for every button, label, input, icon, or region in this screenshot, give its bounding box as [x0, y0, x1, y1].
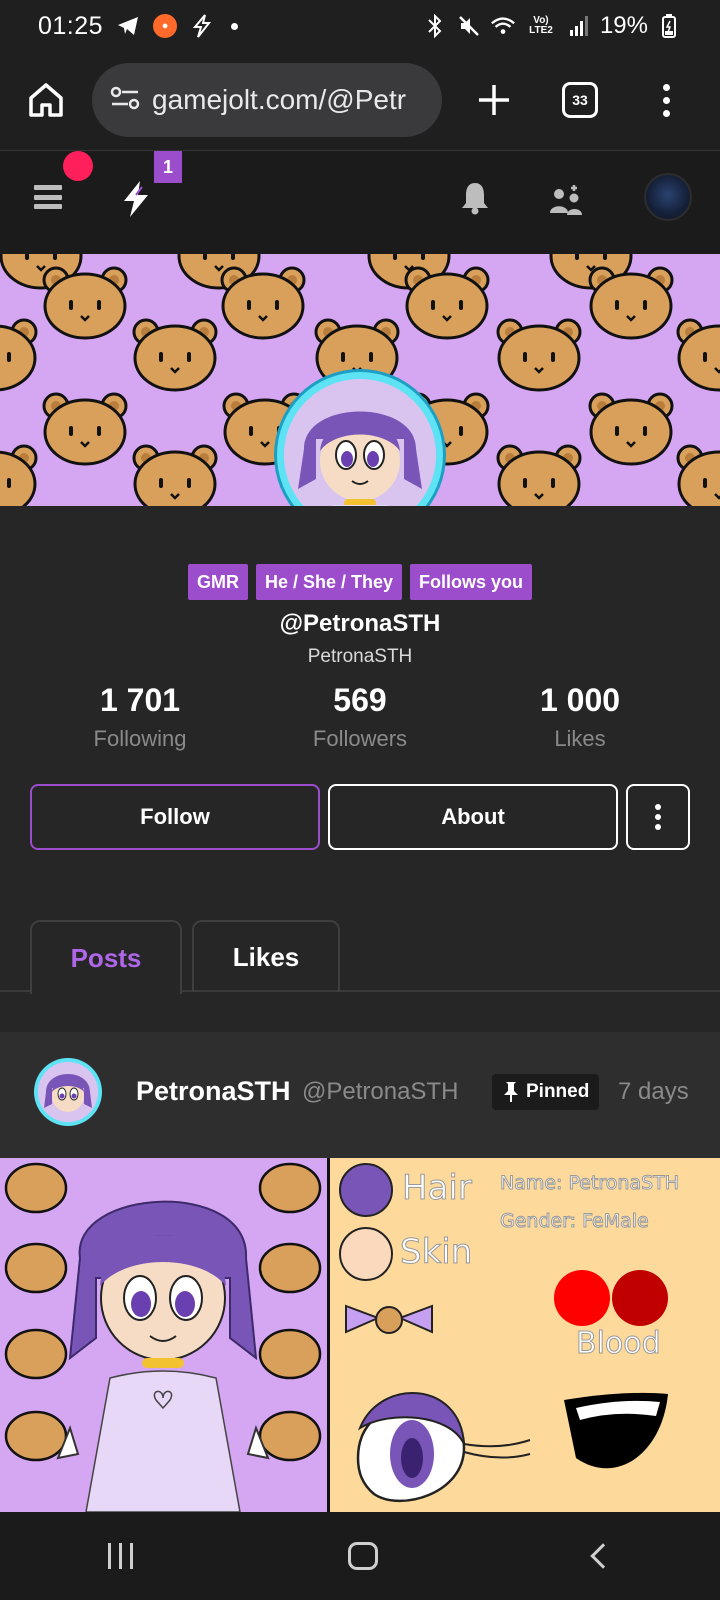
clock: 01:25: [38, 11, 104, 40]
tag-follows-you: Follows you: [410, 564, 533, 600]
home-icon: [29, 83, 63, 117]
post-timestamp: 7 days: [618, 1078, 689, 1105]
wifi-icon: [490, 13, 516, 39]
plus-icon: [479, 85, 509, 115]
profile-display-name: PetronaSTH: [307, 646, 413, 667]
about-button[interactable]: About: [328, 784, 618, 850]
browser-home-button[interactable]: [24, 78, 68, 122]
profile-section: GMR He / She / They Follows you @Petrona…: [0, 506, 720, 1032]
more-options-button[interactable]: [626, 784, 690, 850]
post-author-handle[interactable]: @PetronaSTH: [302, 1078, 458, 1106]
tag-gmr: GMR: [187, 564, 248, 600]
activity-badge: 1: [154, 151, 182, 183]
pinned-badge: Pinned: [492, 1074, 600, 1110]
post-header: PetronaSTH @PetronaSTH Pinned 7 days: [0, 1032, 720, 1158]
stat-label: Followers: [312, 726, 408, 751]
profile-tags: GMR He / She / They Follows you: [0, 564, 720, 600]
sheet-name-label: Name: PetronaSTH: [499, 1172, 680, 1195]
bolt-notification-icon: [189, 13, 215, 39]
stat-following[interactable]: 1 701 Following: [30, 676, 250, 754]
stat-followers[interactable]: 569 Followers: [250, 676, 470, 754]
hamburger-menu-icon[interactable]: [34, 185, 62, 209]
screen-record-icon: ●: [153, 14, 178, 38]
profile-handle: @PetronaSTH: [279, 610, 441, 637]
post-author-avatar[interactable]: [34, 1058, 102, 1126]
address-bar[interactable]: gamejolt.com/@Petr: [92, 63, 442, 137]
character-artwork: [0, 1158, 327, 1512]
tag-pronouns: He / She / They: [255, 564, 403, 600]
site-settings-icon[interactable]: [110, 85, 140, 116]
back-button[interactable]: [590, 1543, 616, 1569]
stat-label: Likes: [554, 726, 606, 751]
network-type: Vo) LTE2: [529, 15, 553, 36]
tab-likes[interactable]: Likes: [192, 920, 340, 992]
sheet-blood-label: Blood: [576, 1326, 662, 1362]
stat-value: 1 701: [99, 682, 181, 718]
mute-icon: [456, 13, 482, 39]
pinned-post[interactable]: PetronaSTH @PetronaSTH Pinned 7 days Hai…: [0, 1032, 720, 1512]
stat-likes[interactable]: 1 000 Likes: [470, 676, 690, 754]
post-image[interactable]: Hair Skin Name: PetronaSTH Gender: FeMal…: [0, 1158, 720, 1512]
profile-actions: Follow About: [30, 784, 690, 850]
follow-button[interactable]: Follow: [30, 784, 320, 850]
system-nav-bar: [0, 1512, 720, 1600]
profile-stats: 1 701 Following 569 Followers 1 000 Like…: [30, 676, 690, 754]
pinned-label: Pinned: [526, 1081, 590, 1102]
telegram-icon: [115, 13, 141, 39]
bluetooth-icon: [422, 13, 448, 39]
sheet-gender-label: Gender: FeMale: [500, 1210, 650, 1233]
sheet-hair-label: Hair: [402, 1168, 473, 1209]
profile-tabs: Posts Likes: [0, 920, 720, 994]
stat-label: Following: [93, 726, 187, 751]
browser-menu-button[interactable]: [660, 83, 672, 117]
stat-value: 1 000: [539, 682, 621, 718]
new-tab-button[interactable]: [472, 78, 516, 122]
pin-icon: [504, 1082, 518, 1102]
activity-bolt-icon[interactable]: [118, 179, 154, 219]
browser-toolbar: gamejolt.com/@Petr 33: [0, 52, 720, 148]
status-bar: 01:25 ● Vo) LTE2 19%: [0, 0, 720, 52]
sheet-skin-label: Skin: [399, 1232, 473, 1273]
recent-apps-button[interactable]: [107, 1543, 133, 1569]
more-notifications-dot: [231, 22, 239, 30]
battery-charging-icon: [656, 13, 682, 39]
bell-icon[interactable]: [460, 181, 490, 215]
battery-percent: 19%: [599, 12, 648, 39]
signal-icon: [566, 13, 592, 39]
url-text[interactable]: gamejolt.com/@Petr: [152, 84, 406, 116]
reference-sheet: Hair Skin Name: PetronaSTH Gender: FeMal…: [330, 1158, 720, 1512]
stat-value: 569: [333, 682, 387, 718]
tab-switcher-button[interactable]: 33: [562, 82, 598, 118]
friend-requests-icon[interactable]: [548, 183, 584, 217]
system-home-button[interactable]: [348, 1542, 379, 1570]
notification-dot: [63, 151, 93, 181]
user-avatar[interactable]: [644, 173, 692, 221]
post-author-name[interactable]: PetronaSTH: [136, 1076, 291, 1107]
tab-posts[interactable]: Posts: [30, 920, 182, 994]
gamejolt-top-bar: 1: [0, 150, 720, 254]
